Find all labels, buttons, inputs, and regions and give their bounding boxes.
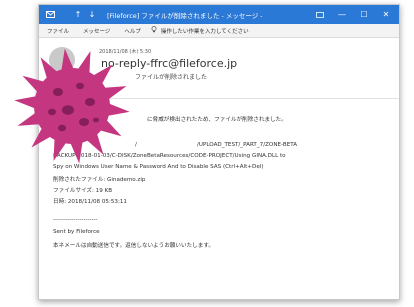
lightbulb-icon	[151, 26, 157, 35]
message-window: ↑ ↓ [Fileforce] ファイルが削除されました - メッセージ - —…	[38, 4, 400, 300]
menu-help[interactable]: ヘルプ	[124, 27, 141, 35]
close-button[interactable]: ✕	[375, 5, 397, 24]
undo-icon[interactable]: ↑	[71, 5, 85, 24]
body-line-filesize: ファイルサイズ: 19 KB	[53, 188, 113, 194]
avatar	[49, 47, 75, 73]
sender-address[interactable]: no-reply-ffrc@fileforce.jp	[101, 57, 237, 70]
body-line-path-end: Spy on Windows User Name & Password And …	[53, 164, 264, 170]
body-separator: ----------------------	[53, 217, 98, 223]
menu-bar: ファイル メッセージ ヘルプ 操作したい作業を入力してください	[39, 24, 399, 38]
message-header: 2018/11/08 (木) 5:30 no-reply-ffrc@filefo…	[39, 38, 399, 98]
mail-icon	[43, 5, 57, 24]
body-signature: Sent by Fileforce	[53, 229, 100, 235]
menu-message[interactable]: メッセージ	[83, 27, 110, 35]
menu-file[interactable]: ファイル	[47, 27, 69, 35]
virus-spike	[14, 96, 38, 109]
body-line-datetime: 日時: 2018/11/08 05:53:11	[53, 199, 127, 205]
body-line-filename: 削除されたファイル: Ginademo.zip	[53, 177, 146, 183]
header-divider	[39, 98, 399, 99]
body-line-path: /UPLOAD_TEST/_PART_7/ZONE-BETA	[197, 142, 298, 148]
tell-me-label: 操作したい作業を入力してください	[160, 28, 249, 35]
body-line-path-cont: BACKUP-2018-01-03/C-DISK/ZoneBetaResourc…	[53, 153, 286, 159]
body-line-threat: に脅威が検出されたため、ファイルが削除されました。	[147, 117, 287, 123]
sent-date: 2018/11/08 (木) 5:30	[99, 49, 152, 55]
ribbon-options-icon[interactable]	[309, 5, 331, 24]
redo-icon[interactable]: ↓	[85, 5, 99, 24]
body-line-path-prefix: /	[135, 142, 137, 148]
subject-line: ファイルが削除されました	[135, 74, 208, 81]
tell-me-search[interactable]: 操作したい作業を入力してください	[151, 26, 249, 35]
minimize-button[interactable]: —	[331, 5, 353, 24]
maximize-button[interactable]: ☐	[353, 5, 375, 24]
title-bar: ↑ ↓ [Fileforce] ファイルが削除されました - メッセージ - —…	[39, 5, 399, 24]
window-title: [Fileforce] ファイルが削除されました - メッセージ -	[107, 11, 263, 20]
body-footer: 本ネメールは自動送信です。返信しないようお願いいたします。	[53, 243, 214, 249]
